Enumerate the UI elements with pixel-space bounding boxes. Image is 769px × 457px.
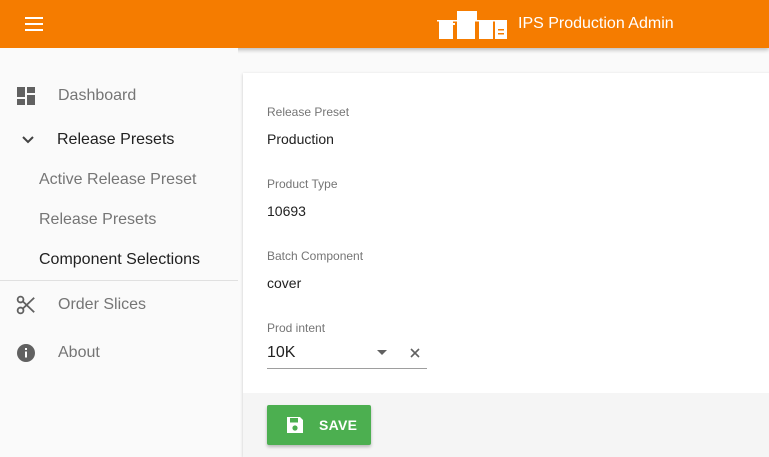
- dropdown-arrow-icon[interactable]: [377, 350, 387, 355]
- sidebar-item-label: Release Presets: [57, 131, 175, 148]
- card-actions: SAVE: [243, 393, 769, 457]
- sidebar-item-component-selections[interactable]: Component Selections: [0, 240, 238, 280]
- sidebar: Dashboard Release Presets Active Release…: [0, 48, 238, 457]
- prod-intent-select[interactable]: 10K: [267, 339, 427, 369]
- component-selection-card: Release Preset Production Product Type 1…: [243, 73, 769, 457]
- app-bar: IPS Production Admin: [0, 0, 769, 48]
- sidebar-subitem-label: Active Release Preset: [39, 171, 197, 188]
- ips-logo: [437, 9, 511, 41]
- scissors-icon: [16, 295, 36, 315]
- save-icon: [285, 415, 305, 435]
- info-icon: [16, 343, 36, 363]
- dashboard-icon: [16, 86, 36, 106]
- clear-icon[interactable]: [407, 345, 423, 361]
- product-type-label: Product Type: [267, 177, 338, 191]
- sidebar-item-label: About: [58, 344, 100, 361]
- prod-intent-label: Prod intent: [267, 321, 326, 335]
- save-button[interactable]: SAVE: [267, 405, 371, 445]
- app-title: IPS Production Admin: [518, 15, 674, 32]
- sidebar-item-release-presets-list[interactable]: Release Presets: [0, 200, 238, 240]
- sidebar-item-about[interactable]: About: [0, 333, 238, 373]
- release-preset-value: Production: [267, 131, 334, 147]
- batch-component-value: cover: [267, 275, 302, 291]
- sidebar-item-label: Dashboard: [58, 87, 137, 104]
- chevron-down-icon: [18, 130, 38, 150]
- prod-intent-value: 10K: [267, 344, 296, 361]
- release-preset-label: Release Preset: [267, 105, 350, 119]
- sidebar-item-active-release-preset[interactable]: Active Release Preset: [0, 160, 238, 200]
- hamburger-menu-icon[interactable]: [22, 16, 46, 32]
- save-button-label: SAVE: [319, 417, 358, 433]
- batch-component-label: Batch Component: [267, 249, 364, 263]
- product-type-value: 10693: [267, 203, 306, 219]
- sidebar-subitem-label: Component Selections: [39, 251, 200, 268]
- sidebar-item-dashboard[interactable]: Dashboard: [0, 76, 238, 116]
- sidebar-item-release-presets[interactable]: Release Presets: [0, 120, 238, 160]
- sidebar-item-order-slices[interactable]: Order Slices: [0, 285, 238, 325]
- sidebar-divider: [0, 280, 238, 281]
- sidebar-subitem-label: Release Presets: [39, 211, 157, 228]
- sidebar-item-label: Order Slices: [58, 296, 147, 313]
